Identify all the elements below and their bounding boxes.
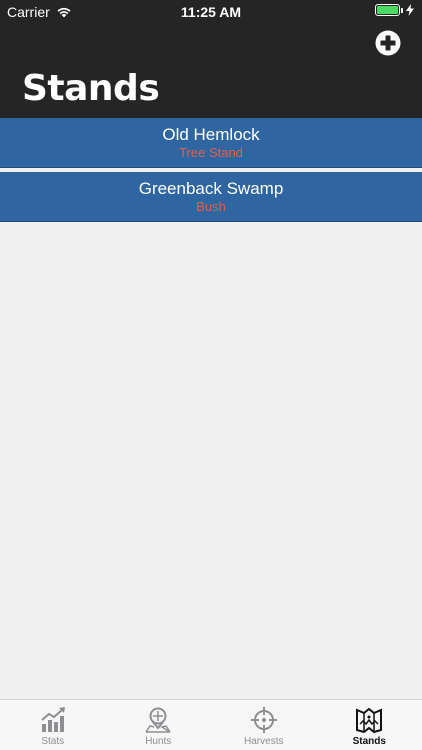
tab-hunts[interactable]: Hunts <box>106 700 212 750</box>
page-title: Stands <box>22 68 160 109</box>
stats-chart-icon <box>41 707 65 732</box>
stand-row-greenback-swamp[interactable]: Greenback Swamp Bush <box>0 172 422 222</box>
status-bar: Carrier 11:25 AM <box>0 0 422 22</box>
tab-harvests[interactable]: Harvests <box>211 700 317 750</box>
tab-label: Hunts <box>145 736 172 747</box>
stand-type: Bush <box>196 199 226 214</box>
stand-map-icon <box>356 707 383 734</box>
charging-bolt-icon <box>406 4 414 16</box>
tab-label: Stands <box>352 736 386 747</box>
navigation-header: Carrier 11:25 AM Stands <box>0 0 422 118</box>
tab-stands[interactable]: Stands <box>317 700 422 750</box>
stands-list: Old Hemlock Tree Stand Greenback Swamp B… <box>0 118 422 222</box>
add-stand-button[interactable] <box>375 30 401 56</box>
stand-name: Old Hemlock <box>162 125 260 144</box>
stand-row-old-hemlock[interactable]: Old Hemlock Tree Stand <box>0 118 422 168</box>
stand-type: Tree Stand <box>179 145 243 160</box>
hunt-map-pin-icon <box>145 707 171 733</box>
battery-icon <box>375 4 400 16</box>
battery-indicator <box>375 4 414 16</box>
crosshair-icon <box>250 707 277 733</box>
tab-label: Stats <box>41 736 65 747</box>
status-time: 11:25 AM <box>180 4 242 20</box>
tab-label: Harvests <box>244 736 284 747</box>
stand-name: Greenback Swamp <box>138 179 284 198</box>
tab-bar: Stats Hunts Harvests Stands <box>0 699 422 750</box>
tab-stats[interactable]: Stats <box>0 700 106 750</box>
